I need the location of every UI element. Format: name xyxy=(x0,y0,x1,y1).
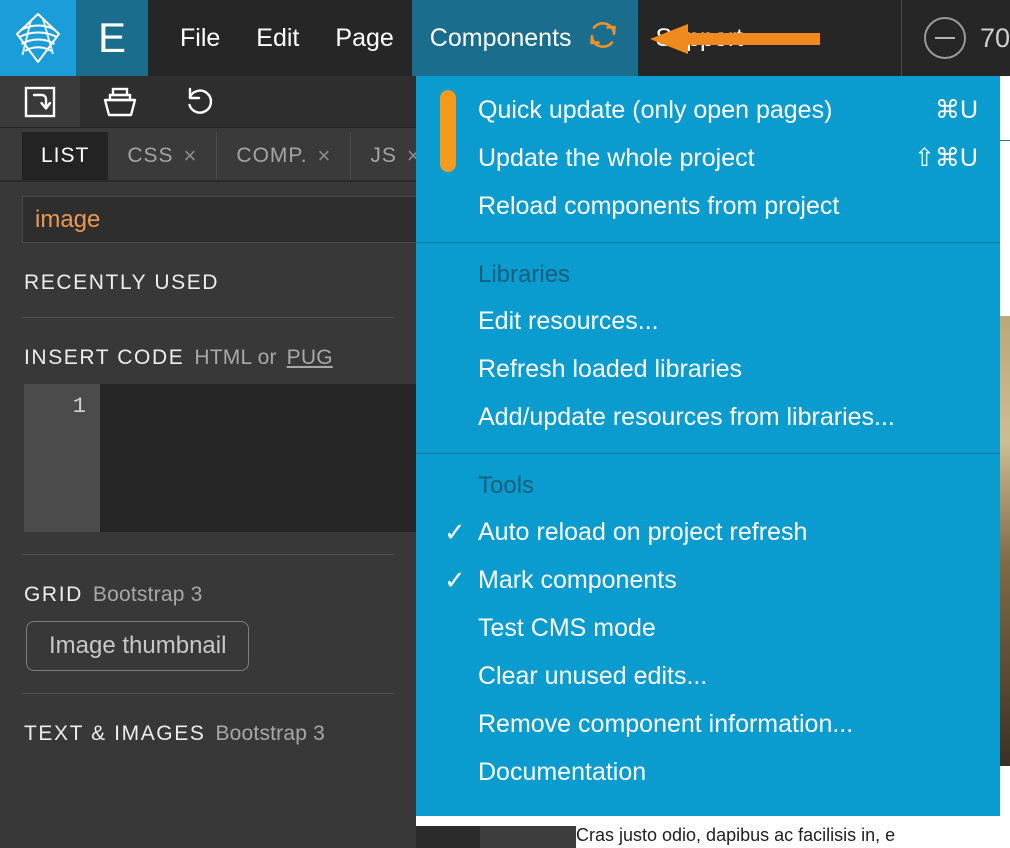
pinegrow-diamond-logo-icon[interactable] xyxy=(0,0,76,76)
divider xyxy=(22,317,394,318)
section-text-and-images: TEXT & IMAGES Bootstrap 3 xyxy=(24,722,416,746)
section-subtitle: HTML or xyxy=(194,346,277,369)
section-title: TEXT & IMAGES xyxy=(24,722,206,745)
tab-label: COMP. xyxy=(236,144,308,167)
divider xyxy=(22,693,394,694)
section-title: RECENTLY USED xyxy=(24,271,220,294)
component-image-thumbnail[interactable]: Image thumbnail xyxy=(26,621,250,671)
menu-label: File xyxy=(180,23,221,52)
tab-list[interactable]: LIST xyxy=(22,132,109,180)
menu-item-label: Update the whole project xyxy=(478,143,755,172)
menu-support[interactable]: Support xyxy=(638,0,762,76)
section-subtitle: Bootstrap 3 xyxy=(92,583,203,606)
tab-comp[interactable]: COMP. × xyxy=(217,132,352,180)
menu-mark-components[interactable]: ✓ Mark components xyxy=(416,556,1000,604)
menu-file[interactable]: File xyxy=(148,0,238,76)
menu-auto-reload-on-project-refresh[interactable]: ✓ Auto reload on project refresh xyxy=(416,508,1000,556)
code-area[interactable] xyxy=(100,384,416,532)
checkmark-icon: ✓ xyxy=(444,517,466,547)
sidebar-tabs: LIST CSS × COMP. × JS × xyxy=(0,128,416,182)
components-dropdown-menu: Quick update (only open pages) ⌘U Update… xyxy=(416,76,1000,816)
sidebar-toolbar xyxy=(0,76,416,128)
menu-item-label: Reload components from project xyxy=(478,191,840,220)
menu-update-whole-project[interactable]: Update the whole project ⇧⌘U xyxy=(416,134,1000,182)
menu-label: Support xyxy=(655,23,744,52)
menu-item-label: Documentation xyxy=(478,757,647,786)
open-folder-icon[interactable] xyxy=(80,76,160,127)
dropdown-group-tools: Tools ✓ Auto reload on project refresh ✓… xyxy=(416,454,1000,808)
close-icon[interactable]: × xyxy=(184,145,198,167)
menu-documentation[interactable]: Documentation xyxy=(416,748,1000,796)
menu-reload-components[interactable]: Reload components from project xyxy=(416,182,1000,230)
menu-item-label: Quick update (only open pages) xyxy=(478,95,833,124)
menu-item-label: Add/update resources from libraries... xyxy=(478,402,895,431)
menu-quick-update[interactable]: Quick update (only open pages) ⌘U xyxy=(416,86,1000,134)
menubar: E File Edit Page Components Support 70 xyxy=(0,0,1010,76)
menu-item-shortcut: ⇧⌘U xyxy=(913,144,978,172)
menu-item-label: Remove component information... xyxy=(478,709,854,738)
edition-badge: E xyxy=(76,0,148,76)
search-input[interactable]: image xyxy=(22,196,416,243)
group-title-libraries: Libraries xyxy=(478,261,571,288)
menu-item-label: Auto reload on project refresh xyxy=(478,517,808,546)
menu-remove-component-information[interactable]: Remove component information... xyxy=(416,700,1000,748)
menu-page[interactable]: Page xyxy=(317,0,411,76)
tab-label: CSS xyxy=(127,144,174,167)
section-grid: GRID Bootstrap 3 xyxy=(24,583,416,607)
tab-label: JS xyxy=(370,144,397,167)
section-title: GRID xyxy=(24,583,83,606)
dropdown-group-libraries: Libraries Edit resources... Refresh load… xyxy=(416,243,1000,453)
close-icon[interactable]: × xyxy=(407,145,416,167)
menu-label: Page xyxy=(335,23,394,52)
left-sidebar: LIST CSS × COMP. × JS × image RECENTLY U… xyxy=(0,76,416,848)
application-window: Cras justo odio, dapibus ac facilisis in… xyxy=(0,0,1010,848)
section-title: INSERT CODE xyxy=(24,346,185,369)
menu-item-label: Test CMS mode xyxy=(478,613,656,642)
menu-components[interactable]: Components xyxy=(411,0,638,76)
section-recently-used: RECENTLY USED xyxy=(24,271,416,295)
pug-link[interactable]: PUG xyxy=(287,346,333,370)
menu-clear-unused-edits[interactable]: Clear unused edits... xyxy=(416,652,1000,700)
insert-into-box-icon[interactable] xyxy=(0,76,80,127)
menu-item-label: Edit resources... xyxy=(478,306,659,335)
menu-add-update-resources[interactable]: Add/update resources from libraries... xyxy=(416,393,1000,441)
minus-circle-icon[interactable] xyxy=(923,17,966,59)
menu-item-label: Mark components xyxy=(478,565,677,594)
tab-js[interactable]: JS × xyxy=(351,132,416,180)
dropdown-group-update: Quick update (only open pages) ⌘U Update… xyxy=(416,76,1000,242)
menu-item-shortcut: ⌘U xyxy=(934,96,978,124)
canvas-bottom-strip-dark xyxy=(416,826,480,848)
divider xyxy=(22,554,394,555)
checkmark-icon: ✓ xyxy=(444,565,466,595)
menu-label: Edit xyxy=(256,23,300,52)
code-editor[interactable]: 1 xyxy=(24,384,416,532)
group-title-tools: Tools xyxy=(478,472,535,499)
menu-label: Components xyxy=(429,23,572,52)
tab-css[interactable]: CSS × xyxy=(108,132,218,180)
section-subtitle: Bootstrap 3 xyxy=(215,722,326,745)
menu-item-label: Refresh loaded libraries xyxy=(478,354,743,383)
tab-label: LIST xyxy=(41,144,90,167)
close-icon[interactable]: × xyxy=(318,145,332,167)
undo-reload-icon[interactable] xyxy=(160,76,240,127)
zoom-value: 70 xyxy=(979,22,1010,53)
refresh-sync-icon[interactable] xyxy=(586,18,620,59)
canvas-body-text: Cras justo odio, dapibus ac facilisis in… xyxy=(576,825,896,845)
menu-test-cms-mode[interactable]: Test CMS mode xyxy=(416,604,1000,652)
menu-items: File Edit Page Components Support xyxy=(148,0,1010,76)
menu-item-label: Clear unused edits... xyxy=(478,661,708,690)
line-number: 1 xyxy=(24,384,100,532)
menu-edit[interactable]: Edit xyxy=(238,0,317,76)
menu-edit-resources[interactable]: Edit resources... xyxy=(416,297,1000,345)
menu-refresh-loaded-libraries[interactable]: Refresh loaded libraries xyxy=(416,345,1000,393)
section-insert-code: INSERT CODE HTML or PUG xyxy=(24,346,416,370)
zoom-control: 70 xyxy=(900,0,1010,76)
